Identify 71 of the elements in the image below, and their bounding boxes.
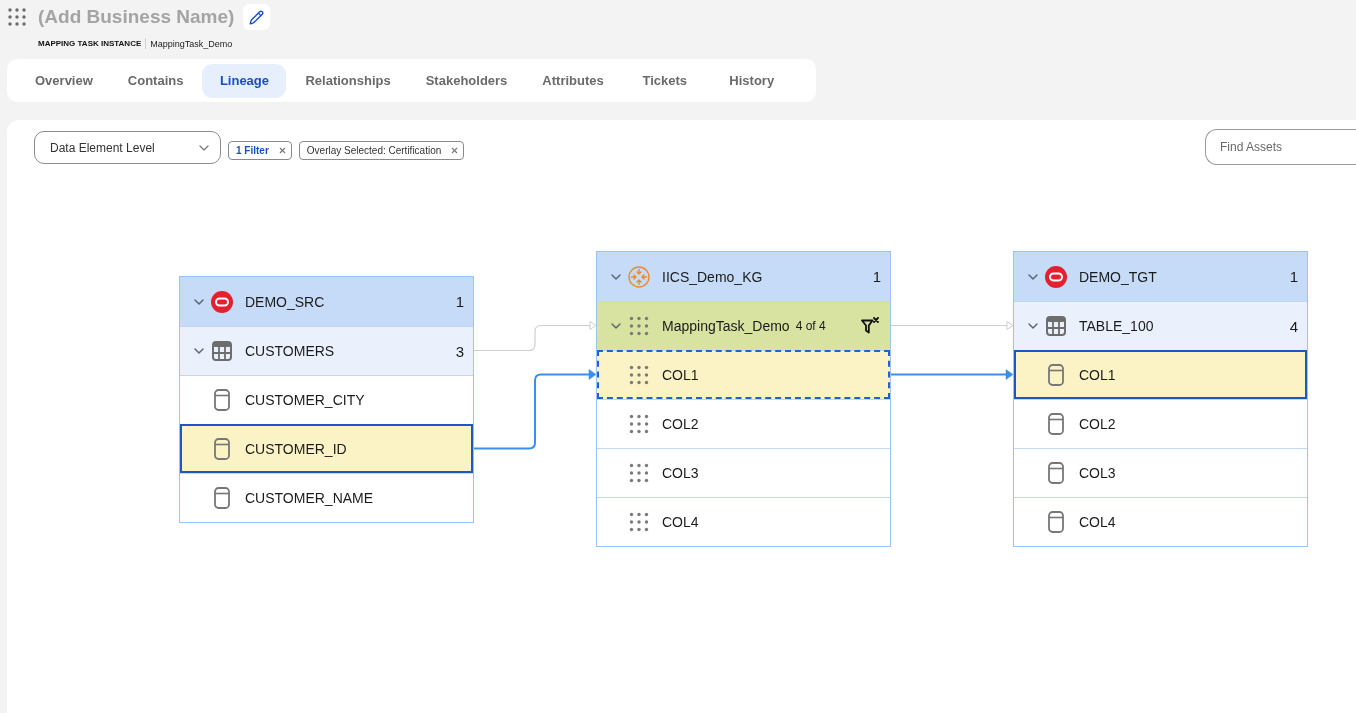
dot-grid-icon [629,316,649,336]
filter-clear-icon [861,317,879,335]
tab[interactable]: Lineage [202,63,287,98]
row-label: DEMO_TGT [1079,268,1157,285]
oval-badge-icon [211,290,233,313]
dot-grid-icon [629,463,649,483]
row-label: CUSTOMER_ID [245,441,347,457]
table-icon [212,341,232,361]
cylinder-icon [214,487,230,509]
row-label: CUSTOMER_CITY [245,392,365,408]
cylinder-icon [1048,364,1064,386]
app-grid-icon[interactable] [8,8,26,26]
row-label: COL4 [662,514,699,530]
lineage-row[interactable]: DEMO_SRC 1 [180,277,473,326]
lineage-row[interactable]: COL1 [1014,350,1307,399]
lineage-row[interactable]: CUSTOMERS 3 [180,326,473,375]
cylinder-icon [1048,511,1064,533]
level-dropdown[interactable]: Data Element Level [34,131,221,164]
cylinder-icon [1048,413,1064,435]
dot-grid-icon [629,512,649,532]
row-label: COL1 [662,367,699,383]
row-count: 4 of 4 [795,319,826,333]
row-label: COL1 [1079,367,1116,383]
asset-type-label: MAPPING TASK INSTANCE [38,39,142,48]
cylinder-icon [1048,462,1064,484]
row-count: 3 [455,342,465,360]
lineage-row[interactable]: COL1 [597,350,890,399]
clear-filter-button[interactable] [861,317,879,335]
tab[interactable]: Attributes [526,63,620,98]
edit-button[interactable] [243,4,271,30]
lineage-row[interactable]: IICS_Demo_KG 1 [597,252,890,301]
tab[interactable]: History [709,63,794,98]
row-label: DEMO_SRC [245,293,325,310]
overlay-chip[interactable]: Overlay Selected: Certification [298,141,465,160]
row-label: COL2 [1079,416,1116,432]
search-field[interactable]: Find Assets [1205,129,1356,165]
row-label: CUSTOMER_NAME [245,490,374,506]
row-count: 1 [455,293,465,310]
filter-chip[interactable]: 1 Filter [228,141,292,160]
oval-badge-icon [1045,265,1067,288]
cylinder-icon [214,438,230,460]
tab[interactable]: Relationships [289,63,407,98]
lineage-row[interactable]: DEMO_TGT 1 [1014,252,1307,301]
lineage-row[interactable]: MappingTask_Demo 4 of 4 [597,301,890,350]
tab[interactable]: Stakeholders [409,63,524,98]
row-label: CUSTOMERS [245,343,335,359]
row-label: COL3 [1079,465,1116,481]
row-label: COL2 [662,416,699,432]
pencil-icon [249,9,265,25]
row-label: IICS_Demo_KG [662,268,763,285]
lineage-row[interactable]: TABLE_100 4 [1014,301,1307,350]
close-icon [277,146,287,155]
row-label: COL3 [662,465,699,481]
dot-grid-icon [629,365,649,385]
row-label: TABLE_100 [1079,318,1154,334]
tab[interactable]: Overview [19,63,109,98]
table-icon [1046,316,1066,336]
row-count: 1 [1289,268,1299,285]
cylinder-icon [214,389,230,411]
row-count: 4 [1289,317,1299,335]
close-icon [450,146,460,155]
dot-grid-icon [629,414,649,434]
lineage-row[interactable]: CUSTOMER_ID [180,424,473,473]
tab[interactable]: Tickets [622,63,707,98]
row-count: 1 [872,268,882,285]
inward-arrows-icon [628,265,650,288]
tab[interactable]: Contains [111,63,200,98]
row-label: COL4 [1079,514,1116,530]
asset-name: MappingTask_Demo [150,38,233,49]
asset-title: (Add Business Name) [38,6,235,28]
row-label: MappingTask_Demo [662,318,790,334]
